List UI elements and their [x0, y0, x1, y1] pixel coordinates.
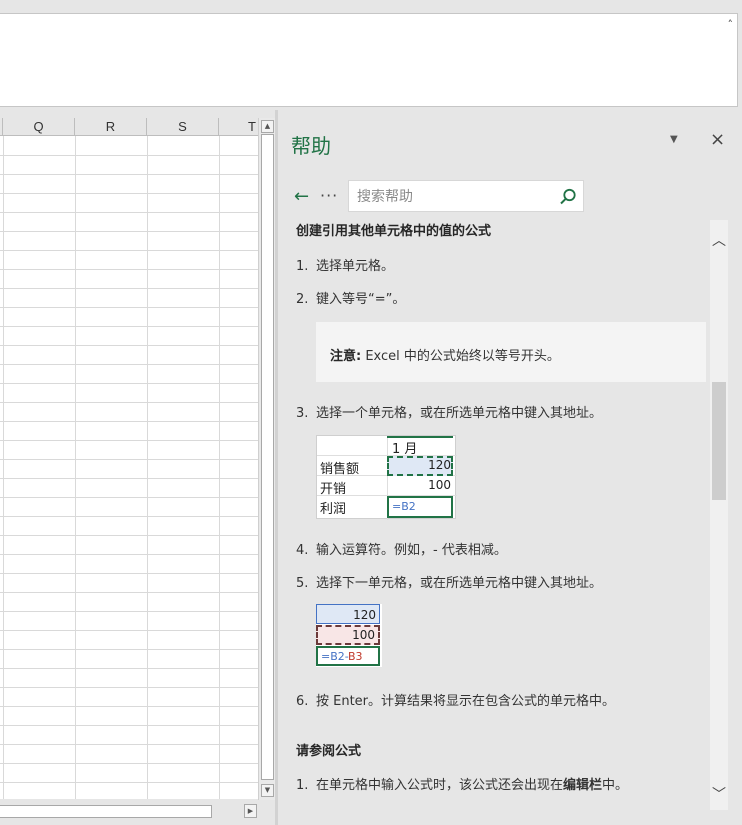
ribbon-edge [0, 0, 742, 14]
table-row: 100 [316, 625, 380, 645]
table-row: 120 [316, 604, 380, 624]
search-input[interactable] [357, 186, 552, 208]
sheet-vertical-scrollbar[interactable]: ▲ ▼ [258, 118, 275, 800]
worksheet-grid[interactable]: Q R S T [0, 118, 258, 799]
help-article: 创建引用其他单元格中的值的公式 1. 选择单元格。 2. 键入等号“=”。 注意: … [296, 218, 708, 818]
grid-column-line [147, 136, 148, 799]
search-box [348, 180, 584, 212]
list-item: 1. 选择单元格。 [296, 259, 395, 274]
search-icon[interactable] [558, 187, 578, 207]
table-row: =B2- B3 [316, 646, 380, 666]
note-text: 注意: Excel 中的公式始终以等号开头。 [330, 349, 560, 364]
scrollbar-thumb[interactable] [0, 805, 212, 818]
scrollbar-thumb[interactable] [261, 134, 274, 780]
pane-title: 帮助 [291, 134, 331, 158]
article-scrollbar[interactable]: ︿ ﹀ [710, 220, 728, 810]
note-box: 注意: Excel 中的公式始终以等号开头。 [316, 322, 706, 382]
more-icon[interactable]: ··· [320, 186, 338, 205]
scroll-right-icon[interactable]: ▶ [244, 804, 257, 818]
section-title: 请参阅公式 [296, 744, 362, 759]
column-header-s[interactable]: S [147, 118, 219, 136]
table-row: 开销 100 [317, 476, 457, 497]
example-table: 1 月 销售额 120 开销 100 利润 =B2 [316, 435, 457, 520]
scroll-up-icon[interactable]: ▲ [261, 120, 274, 133]
sheet-horizontal-scrollbar[interactable]: ▶ [0, 800, 262, 824]
table-row: 利润 =B2 [317, 496, 457, 518]
chevron-down-icon[interactable]: ﹀ [712, 784, 726, 804]
list-item: 5. 选择下一单元格，或在所选单元格中键入其地址。 [296, 576, 603, 591]
chevron-down-icon[interactable]: ▼ [670, 134, 678, 145]
column-header-t[interactable]: T [219, 118, 258, 136]
list-item: 3. 选择一个单元格，或在所选单元格中键入其地址。 [296, 406, 603, 421]
grid-column-line [75, 136, 76, 799]
list-item: 2. 键入等号“=”。 [296, 292, 406, 307]
caret-up-icon[interactable]: ˄ [728, 18, 734, 31]
back-arrow-icon[interactable]: ← [294, 186, 309, 207]
formula-bar[interactable]: ˄ [0, 13, 738, 107]
list-item: 1. 在单元格中输入公式时，该公式还会出现在编辑栏中。 [296, 778, 629, 793]
table-row: 销售额 120 [317, 456, 457, 477]
table-row: 1 月 [317, 436, 457, 457]
chevron-up-icon[interactable]: ︿ [712, 230, 726, 250]
list-item: 6. 按 Enter。计算结果将显示在包含公式的单元格中。 [296, 694, 616, 709]
scrollbar-thumb[interactable] [712, 382, 726, 500]
grid-column-line [3, 136, 4, 799]
close-icon[interactable]: × [710, 129, 725, 150]
example-table: 120 100 =B2- B3 [316, 604, 382, 667]
column-header-q[interactable]: Q [3, 118, 75, 136]
help-pane: 帮助 ▼ × ← ··· 创建引用其他单元格中的值的公式 1.选择单元格。 2.… [278, 110, 742, 825]
section-title: 创建引用其他单元格中的值的公式 [296, 224, 492, 239]
column-header-r[interactable]: R [75, 118, 147, 136]
scroll-down-icon[interactable]: ▼ [261, 784, 274, 797]
grid-column-line [219, 136, 220, 799]
list-item: 4. 输入运算符。例如，- 代表相减。 [296, 543, 507, 558]
